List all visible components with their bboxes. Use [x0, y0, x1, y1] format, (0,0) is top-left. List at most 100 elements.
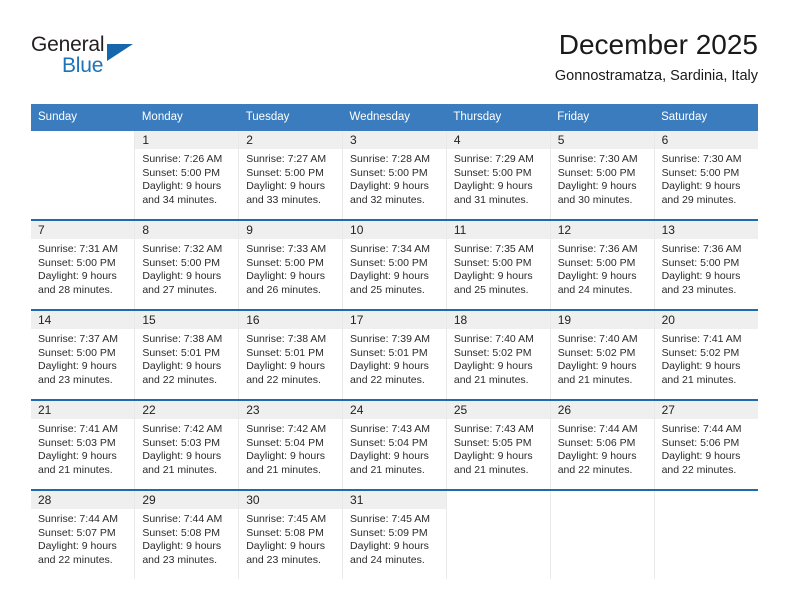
calendar-day-cell[interactable]: 9 Sunrise: 7:33 AM Sunset: 5:00 PM Daylight…	[238, 219, 344, 310]
calendar-week-row: 28 Sunrise: 7:44 AM Sunset: 5:07 PM Dayligh…	[31, 489, 758, 579]
logo-triangle-icon	[107, 44, 133, 61]
sunset-text: Sunset: 5:00 PM	[661, 166, 740, 179]
day-cell-inner: 31 Sunrise: 7:45 AM Sunset: 5:09 PM Dayligh…	[343, 491, 446, 579]
title-block: December 2025 Gonnostramatza, Sardinia, …	[555, 28, 758, 87]
sunrise-text: Sunrise: 7:27 AM	[246, 153, 327, 165]
day-number: 28	[31, 491, 135, 509]
sunset-text: Sunset: 5:06 PM	[661, 436, 740, 449]
daylight-text-line2: and 21 minutes.	[246, 463, 321, 476]
day-details: Sunrise: 7:41 AM Sunset: 5:03 PM Daylight:…	[31, 419, 134, 477]
calendar-day-cell[interactable]: 15 Sunrise: 7:38 AM Sunset: 5:01 PM Dayligh…	[134, 309, 240, 400]
day-details: Sunrise: 7:27 AM Sunset: 5:00 PM Daylight:…	[239, 149, 342, 207]
calendar-day-cell[interactable]: 27 Sunrise: 7:44 AM Sunset: 5:06 PM Dayligh…	[653, 399, 758, 490]
sunset-text: Sunset: 5:00 PM	[453, 256, 532, 269]
calendar-day-cell[interactable]: 20 Sunrise: 7:41 AM Sunset: 5:02 PM Dayligh…	[653, 309, 758, 400]
day-number: 21	[31, 401, 135, 419]
calendar-day-cell	[549, 489, 655, 579]
sunrise-text: Sunrise: 7:44 AM	[557, 423, 638, 435]
general-blue-logo[interactable]: General Blue	[31, 33, 181, 85]
daylight-text-line2: and 22 minutes.	[661, 463, 737, 476]
daylight-text-line1: Daylight: 9 hours	[350, 270, 429, 283]
sunset-text: Sunset: 5:03 PM	[142, 436, 220, 449]
sunrise-text: Sunrise: 7:29 AM	[453, 153, 534, 165]
daylight-text-line2: and 23 minutes.	[661, 283, 737, 296]
daylight-text-line2: and 27 minutes.	[142, 283, 218, 296]
daylight-text-line1: Daylight: 9 hours	[557, 180, 637, 193]
sunset-text: Sunset: 5:00 PM	[453, 166, 532, 179]
day-cell-inner: 13 Sunrise: 7:36 AM Sunset: 5:00 PM Dayligh…	[654, 221, 758, 309]
daylight-text-line2: and 34 minutes.	[142, 193, 218, 206]
day-cell-inner: 15 Sunrise: 7:38 AM Sunset: 5:01 PM Dayligh…	[135, 311, 239, 399]
calendar-day-cell[interactable]: 4 Sunrise: 7:29 AM Sunset: 5:00 PM Daylight…	[445, 131, 551, 220]
calendar-day-cell[interactable]: 13 Sunrise: 7:36 AM Sunset: 5:00 PM Dayligh…	[653, 219, 758, 310]
sunset-text: Sunset: 5:00 PM	[38, 256, 116, 269]
calendar-day-cell[interactable]: 25 Sunrise: 7:43 AM Sunset: 5:05 PM Dayligh…	[445, 399, 551, 490]
daylight-text-line1: Daylight: 9 hours	[453, 450, 533, 463]
day-number: 8	[135, 221, 239, 239]
sunrise-text: Sunrise: 7:42 AM	[246, 423, 327, 435]
calendar-day-cell	[445, 489, 551, 579]
day-details: Sunrise: 7:39 AM Sunset: 5:01 PM Daylight:…	[343, 329, 446, 387]
day-details: Sunrise: 7:34 AM Sunset: 5:00 PM Daylight:…	[343, 239, 446, 297]
daylight-text-line1: Daylight: 9 hours	[142, 180, 222, 193]
calendar-day-cell[interactable]: 19 Sunrise: 7:40 AM Sunset: 5:02 PM Dayligh…	[549, 309, 655, 400]
daylight-text-line1: Daylight: 9 hours	[246, 450, 325, 463]
sunrise-text: Sunrise: 7:31 AM	[38, 243, 118, 255]
sunrise-text: Sunrise: 7:30 AM	[557, 153, 638, 165]
calendar-day-cell[interactable]: 17 Sunrise: 7:39 AM Sunset: 5:01 PM Dayligh…	[342, 309, 447, 400]
calendar-day-cell[interactable]: 21 Sunrise: 7:41 AM Sunset: 5:03 PM Dayligh…	[31, 399, 136, 490]
page-title: December 2025	[558, 29, 758, 60]
calendar-day-cell[interactable]: 3 Sunrise: 7:28 AM Sunset: 5:00 PM Daylight…	[342, 131, 447, 220]
calendar-day-cell[interactable]: 26 Sunrise: 7:44 AM Sunset: 5:06 PM Dayligh…	[549, 399, 655, 490]
calendar-day-cell[interactable]: 14 Sunrise: 7:37 AM Sunset: 5:00 PM Dayligh…	[31, 309, 136, 400]
calendar-day-cell[interactable]: 23 Sunrise: 7:42 AM Sunset: 5:04 PM Dayligh…	[238, 399, 344, 490]
sunset-text: Sunset: 5:09 PM	[350, 526, 428, 539]
daylight-text-line2: and 24 minutes.	[557, 283, 633, 296]
calendar-day-cell[interactable]: 8 Sunrise: 7:32 AM Sunset: 5:00 PM Daylight…	[134, 219, 240, 310]
daylight-text-line1: Daylight: 9 hours	[142, 270, 222, 283]
calendar-day-cell[interactable]: 16 Sunrise: 7:38 AM Sunset: 5:01 PM Dayligh…	[238, 309, 344, 400]
calendar-day-cell[interactable]: 30 Sunrise: 7:45 AM Sunset: 5:08 PM Dayligh…	[238, 489, 344, 579]
calendar-day-cell[interactable]: 12 Sunrise: 7:36 AM Sunset: 5:00 PM Dayligh…	[549, 219, 655, 310]
calendar-day-cell[interactable]: 1 Sunrise: 7:26 AM Sunset: 5:00 PM Daylight…	[134, 131, 240, 220]
day-cell-inner: 26 Sunrise: 7:44 AM Sunset: 5:06 PM Dayligh…	[550, 401, 654, 489]
weekday-header-saturday: Saturday	[654, 104, 758, 131]
day-cell-inner: 30 Sunrise: 7:45 AM Sunset: 5:08 PM Dayligh…	[239, 491, 343, 579]
calendar-day-cell[interactable]: 22 Sunrise: 7:42 AM Sunset: 5:03 PM Dayligh…	[134, 399, 240, 490]
calendar-day-cell[interactable]: 29 Sunrise: 7:44 AM Sunset: 5:08 PM Dayligh…	[134, 489, 240, 579]
day-number: 23	[239, 401, 343, 419]
day-cell-inner: 1 Sunrise: 7:26 AM Sunset: 5:00 PM Daylight…	[135, 131, 239, 219]
calendar-day-cell	[31, 131, 136, 220]
calendar-day-cell[interactable]: 6 Sunrise: 7:30 AM Sunset: 5:00 PM Daylight…	[653, 131, 758, 220]
calendar-day-cell[interactable]: 10 Sunrise: 7:34 AM Sunset: 5:00 PM Dayligh…	[342, 219, 447, 310]
daylight-text-line1: Daylight: 9 hours	[350, 450, 429, 463]
calendar-day-cell[interactable]: 7 Sunrise: 7:31 AM Sunset: 5:00 PM Daylight…	[31, 219, 136, 310]
day-details: Sunrise: 7:28 AM Sunset: 5:00 PM Daylight:…	[343, 149, 446, 207]
calendar-day-cell[interactable]: 18 Sunrise: 7:40 AM Sunset: 5:02 PM Dayligh…	[445, 309, 551, 400]
calendar-day-cell[interactable]: 24 Sunrise: 7:43 AM Sunset: 5:04 PM Dayligh…	[342, 399, 447, 490]
day-cell-inner	[31, 131, 135, 219]
daylight-text-line2: and 21 minutes.	[350, 463, 425, 476]
sunset-text: Sunset: 5:08 PM	[246, 526, 324, 539]
daylight-text-line2: and 25 minutes.	[350, 283, 425, 296]
sunset-text: Sunset: 5:00 PM	[350, 166, 428, 179]
calendar-day-cell[interactable]: 28 Sunrise: 7:44 AM Sunset: 5:07 PM Dayligh…	[31, 489, 136, 579]
day-number: 17	[343, 311, 446, 329]
day-details: Sunrise: 7:29 AM Sunset: 5:00 PM Daylight:…	[447, 149, 550, 207]
calendar-day-cell[interactable]: 2 Sunrise: 7:27 AM Sunset: 5:00 PM Daylight…	[238, 131, 344, 220]
sunset-text: Sunset: 5:00 PM	[38, 346, 116, 359]
daylight-text-line1: Daylight: 9 hours	[350, 540, 429, 553]
daylight-text-line1: Daylight: 9 hours	[38, 450, 117, 463]
calendar-day-cell[interactable]: 5 Sunrise: 7:30 AM Sunset: 5:00 PM Daylight…	[549, 131, 655, 220]
day-cell-inner: 18 Sunrise: 7:40 AM Sunset: 5:02 PM Dayligh…	[446, 311, 550, 399]
sunset-text: Sunset: 5:07 PM	[38, 526, 116, 539]
calendar-day-cell[interactable]: 11 Sunrise: 7:35 AM Sunset: 5:00 PM Dayligh…	[445, 219, 551, 310]
calendar-day-cell[interactable]: 31 Sunrise: 7:45 AM Sunset: 5:09 PM Dayligh…	[342, 489, 447, 579]
daylight-text-line2: and 21 minutes.	[661, 373, 737, 386]
sunrise-text: Sunrise: 7:44 AM	[661, 423, 742, 435]
daylight-text-line1: Daylight: 9 hours	[350, 180, 429, 193]
day-number: 2	[239, 131, 343, 149]
sunset-text: Sunset: 5:00 PM	[246, 166, 324, 179]
day-details: Sunrise: 7:38 AM Sunset: 5:01 PM Daylight:…	[135, 329, 238, 387]
day-details: Sunrise: 7:35 AM Sunset: 5:00 PM Daylight:…	[447, 239, 550, 297]
